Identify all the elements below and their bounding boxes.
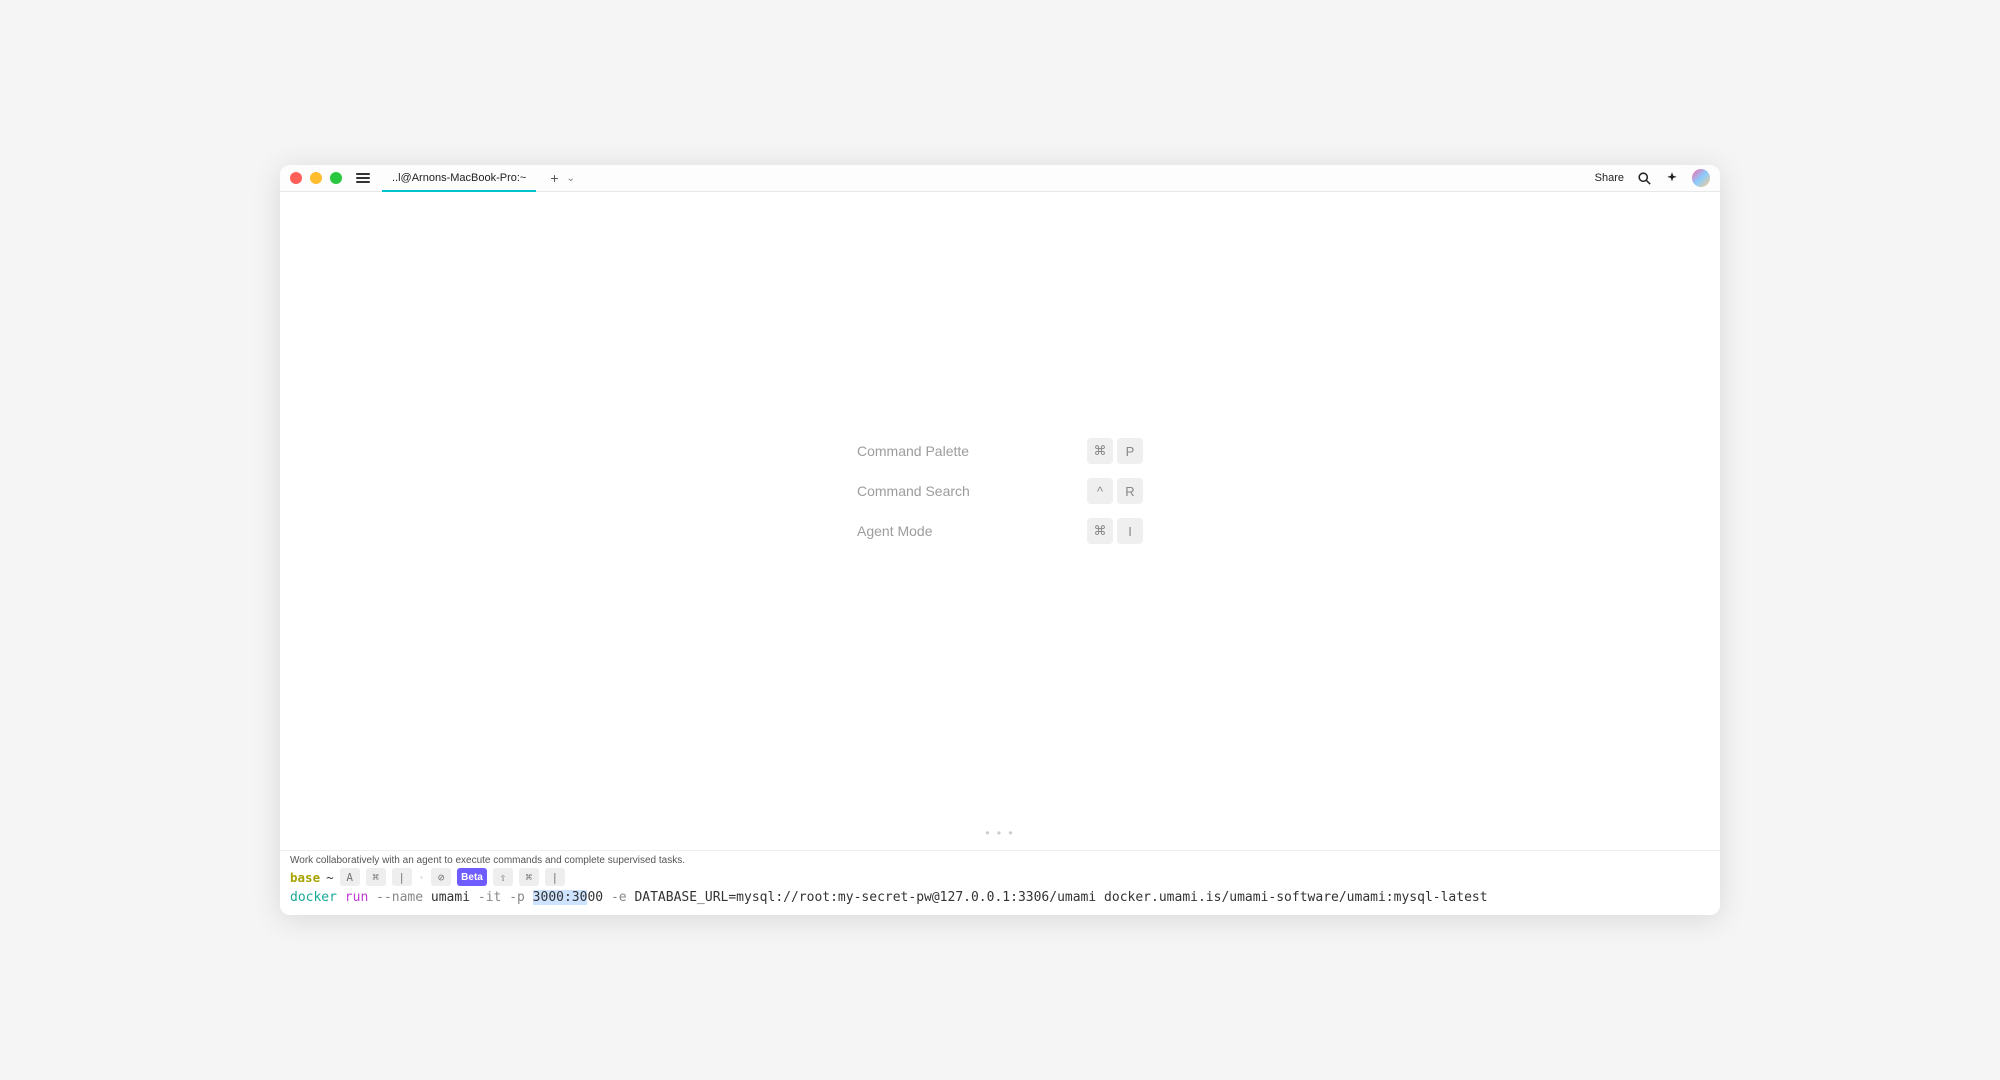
shortcuts-list: Command Palette ⌘ P Command Search ^ R A…: [857, 438, 1143, 544]
shortcut-agent-mode: Agent Mode ⌘ I: [857, 518, 1143, 544]
key-r: R: [1117, 478, 1143, 504]
cmd-key-icon[interactable]: ⌘: [519, 868, 539, 886]
app-window: ..l@Arnons-MacBook-Pro:~ + ⌄ Share Comma…: [280, 165, 1720, 915]
titlebar: ..l@Arnons-MacBook-Pro:~ + ⌄ Share: [280, 165, 1720, 192]
key-cmd: ⌘: [1087, 438, 1113, 464]
cmd-docker: docker: [290, 890, 337, 905]
ai-button[interactable]: A: [340, 868, 360, 886]
share-button[interactable]: Share: [1595, 172, 1624, 184]
agent-hint: Work collaboratively with an agent to ex…: [290, 855, 1710, 866]
add-tab-button[interactable]: +: [546, 170, 562, 186]
prompt-toolbar: base ~ A ⌘ | · ⊘ Beta ⇧ ⌘ |: [290, 868, 1710, 886]
cwd-tilde: ~: [326, 870, 334, 885]
shortcut-label: Command Palette: [857, 443, 1007, 459]
minimize-button[interactable]: [310, 172, 322, 184]
maximize-button[interactable]: [330, 172, 342, 184]
tab-active[interactable]: ..l@Arnons-MacBook-Pro:~: [382, 166, 536, 192]
cmd-flag-e: -e: [611, 890, 627, 905]
main-pane: Command Palette ⌘ P Command Search ^ R A…: [280, 192, 1720, 850]
circle-icon[interactable]: ⊘: [431, 868, 451, 886]
key-p: P: [1117, 438, 1143, 464]
cmd-env-var: DATABASE_URL=mysql://root:my-secret-pw@1…: [634, 890, 1096, 905]
shortcut-label: Command Search: [857, 483, 1007, 499]
cmd-run: run: [345, 890, 368, 905]
pipe-key-icon[interactable]: |: [392, 868, 412, 886]
cmd-port-rest: 00: [587, 890, 603, 905]
cmd-flag-p: -p: [509, 890, 525, 905]
shortcut-command-search: Command Search ^ R: [857, 478, 1143, 504]
titlebar-right: Share: [1595, 169, 1710, 187]
cmd-port-selected: 3000:30: [533, 890, 588, 905]
close-button[interactable]: [290, 172, 302, 184]
tab-title: ..l@Arnons-MacBook-Pro:~: [392, 172, 526, 184]
shift-key-icon[interactable]: ⇧: [493, 868, 513, 886]
search-icon[interactable]: [1636, 170, 1652, 186]
divider: ·: [418, 870, 426, 885]
shortcut-label: Agent Mode: [857, 523, 1007, 539]
cmd-image: docker.umami.is/umami-software/umami:mys…: [1104, 890, 1488, 905]
shortcut-command-palette: Command Palette ⌘ P: [857, 438, 1143, 464]
traffic-lights: [290, 172, 342, 184]
sparkle-icon[interactable]: [1664, 170, 1680, 186]
key-cmd: ⌘: [1087, 518, 1113, 544]
cmd-flag-name: --name: [376, 890, 423, 905]
command-input[interactable]: docker run --name umami -it -p 3000:3000…: [290, 890, 1710, 905]
cmd-arg-umami: umami: [431, 890, 470, 905]
beta-badge: Beta: [457, 868, 487, 886]
cmd-key-icon[interactable]: ⌘: [366, 868, 386, 886]
key-ctrl: ^: [1087, 478, 1113, 504]
shortcut-keys: ⌘ P: [1087, 438, 1143, 464]
pipe-key-icon[interactable]: |: [545, 868, 565, 886]
shortcut-keys: ⌘ I: [1087, 518, 1143, 544]
shortcut-keys: ^ R: [1087, 478, 1143, 504]
env-name: base: [290, 870, 320, 885]
tab-dropdown-icon[interactable]: ⌄: [567, 173, 575, 184]
avatar[interactable]: [1692, 169, 1710, 187]
overflow-icon[interactable]: • • •: [985, 826, 1014, 840]
key-i: I: [1117, 518, 1143, 544]
menu-icon[interactable]: [356, 173, 370, 183]
footer: Work collaboratively with an agent to ex…: [280, 850, 1720, 915]
cmd-flag-it: -it: [478, 890, 501, 905]
